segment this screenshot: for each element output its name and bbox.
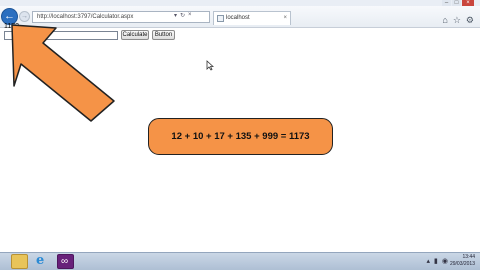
vs-logo-glyph: ∞ xyxy=(61,256,69,267)
sum-callout: 12 + 10 + 17 + 135 + 999 = 1173 xyxy=(148,118,333,155)
browser-toolbar: ← → http://localhost:3797/Calculator.asp… xyxy=(0,6,480,28)
address-bar-icons: ▾ ↻ × xyxy=(174,12,192,19)
result-label: 1173 xyxy=(4,23,20,30)
value-input[interactable] xyxy=(4,31,118,40)
dropdown-icon[interactable]: ▾ xyxy=(174,12,177,19)
refresh-icon[interactable]: ↻ xyxy=(180,12,185,19)
calculate-button[interactable]: Calculate xyxy=(121,30,149,40)
gear-icon[interactable]: ⚙ xyxy=(466,15,474,26)
system-tray: ▴ ▮ ◉ xyxy=(427,257,448,265)
volume-icon[interactable]: ◉ xyxy=(442,257,448,265)
forward-button[interactable]: → xyxy=(19,11,30,22)
page-icon xyxy=(217,15,224,22)
tab-close-icon[interactable]: × xyxy=(283,12,287,25)
visual-studio-icon[interactable]: ∞ xyxy=(57,254,74,269)
mouse-cursor-icon xyxy=(206,60,214,71)
clock[interactable]: 13:44 29/03/2013 xyxy=(450,254,475,268)
button-button[interactable]: Button xyxy=(152,30,175,40)
network-icon[interactable]: ▮ xyxy=(434,257,438,265)
internet-explorer-icon[interactable]: e xyxy=(34,253,51,269)
clock-date: 29/03/2013 xyxy=(449,261,475,267)
tab-localhost[interactable]: localhost × xyxy=(213,11,291,25)
home-icon[interactable]: ⌂ xyxy=(442,15,447,26)
ie-logo-glyph: e xyxy=(36,253,45,268)
stop-icon[interactable]: × xyxy=(188,12,192,19)
browser-tools: ⌂ ☆ ⚙ xyxy=(442,15,474,26)
file-explorer-icon[interactable] xyxy=(11,254,28,269)
show-hidden-icons-icon[interactable]: ▴ xyxy=(427,257,431,265)
taskbar: e ∞ ▴ ▮ ◉ 13:44 29/03/2013 xyxy=(0,252,480,270)
star-icon[interactable]: ☆ xyxy=(453,15,461,26)
clock-time: 13:44 xyxy=(462,254,475,260)
tab-title: localhost xyxy=(226,15,250,21)
